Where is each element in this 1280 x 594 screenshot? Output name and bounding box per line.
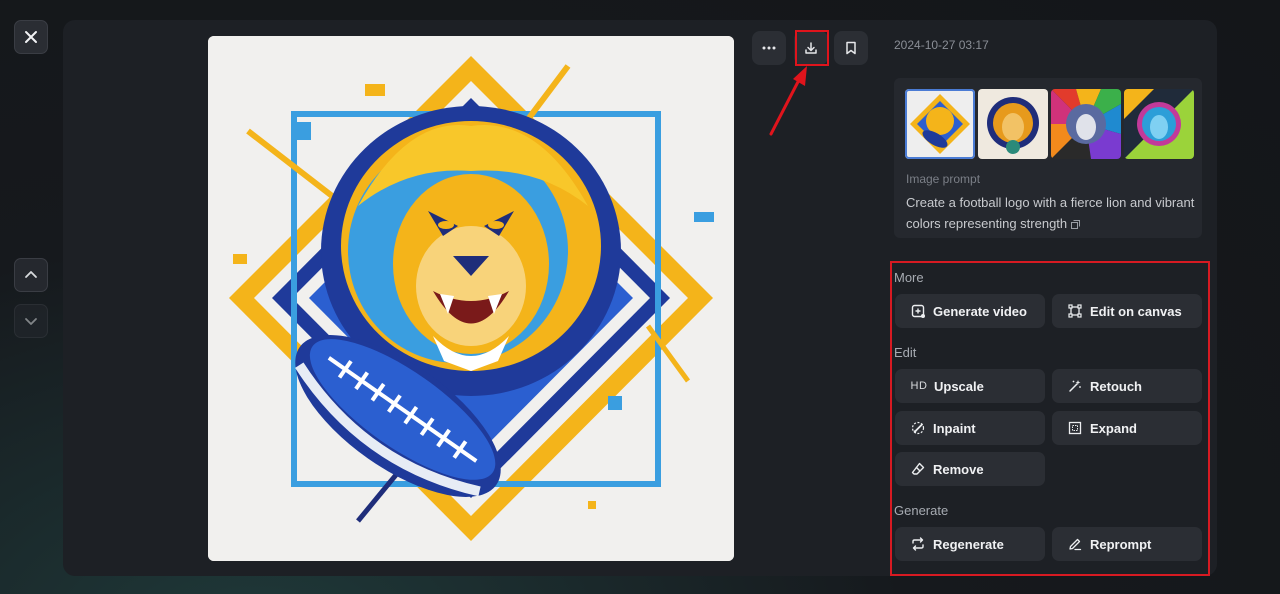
chevron-down-icon	[25, 318, 37, 325]
section-title-more: More	[894, 270, 924, 285]
thumbnail-2[interactable]	[978, 89, 1048, 159]
repeat-icon	[910, 536, 926, 552]
generated-image[interactable]	[208, 36, 734, 561]
previous-image-button[interactable]	[14, 258, 48, 292]
expand-button[interactable]: Expand	[1052, 411, 1202, 445]
generate-video-label: Generate video	[933, 303, 1027, 319]
prompt-text-content: Create a football logo with a fierce lio…	[906, 195, 1195, 231]
bookmark-icon	[846, 41, 856, 55]
expand-frame-icon	[1067, 420, 1083, 436]
brush-icon	[910, 420, 926, 436]
generate-video-button[interactable]: Generate video	[895, 294, 1045, 328]
thumbnail-4[interactable]	[1124, 89, 1194, 159]
lion-thumbnail-image	[905, 89, 975, 159]
upscale-label: Upscale	[934, 378, 984, 394]
pencil-icon	[1067, 536, 1083, 552]
remove-button[interactable]: Remove	[895, 452, 1045, 486]
lion-thumbnail-image	[978, 89, 1048, 159]
hd-icon: HD	[910, 380, 928, 392]
chevron-up-icon	[25, 271, 37, 278]
next-image-button[interactable]	[14, 304, 48, 338]
eraser-icon	[910, 461, 926, 477]
section-title-edit: Edit	[894, 345, 917, 360]
lion-thumbnail-image	[1051, 89, 1121, 159]
more-options-button[interactable]	[752, 31, 786, 65]
download-button[interactable]	[794, 31, 828, 65]
expand-label: Expand	[1090, 420, 1137, 436]
retouch-label: Retouch	[1090, 378, 1142, 394]
edit-on-canvas-label: Edit on canvas	[1090, 303, 1182, 319]
regenerate-button[interactable]: Regenerate	[895, 527, 1045, 561]
thumbnail-3[interactable]	[1051, 89, 1121, 159]
retouch-button[interactable]: Retouch	[1052, 369, 1202, 403]
edit-on-canvas-button[interactable]: Edit on canvas	[1052, 294, 1202, 328]
inpaint-button[interactable]: Inpaint	[895, 411, 1045, 445]
download-icon	[805, 42, 817, 54]
remove-label: Remove	[933, 461, 984, 477]
thumbnail-1[interactable]	[905, 89, 975, 159]
reprompt-button[interactable]: Reprompt	[1052, 527, 1202, 561]
prompt-text: Create a football logo with a fierce lio…	[906, 192, 1196, 234]
thumbnail-strip	[905, 89, 1194, 159]
reprompt-label: Reprompt	[1090, 536, 1152, 552]
lion-football-logo-image	[208, 36, 734, 561]
prompt-card: Image prompt Create a football logo with…	[894, 78, 1202, 238]
video-plus-icon	[910, 303, 926, 319]
inpaint-label: Inpaint	[933, 420, 976, 436]
bookmark-button[interactable]	[834, 31, 868, 65]
ellipsis-icon	[762, 46, 776, 50]
magic-wand-icon	[1067, 378, 1083, 394]
section-title-generate: Generate	[894, 503, 949, 518]
image-timestamp: 2024-10-27 03:17	[894, 38, 989, 52]
prompt-label: Image prompt	[906, 172, 981, 186]
upscale-button[interactable]: HD Upscale	[895, 369, 1045, 403]
close-button[interactable]	[14, 20, 48, 54]
copy-icon[interactable]	[1071, 220, 1081, 230]
canvas-frame-icon	[1067, 303, 1083, 319]
close-icon	[25, 31, 37, 43]
regenerate-label: Regenerate	[933, 536, 1004, 552]
lion-thumbnail-image	[1124, 89, 1194, 159]
